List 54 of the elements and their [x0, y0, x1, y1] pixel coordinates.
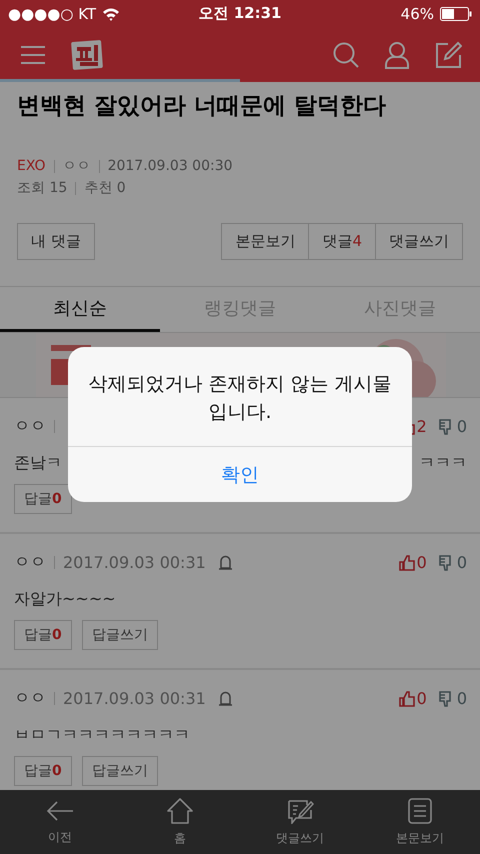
wifi-icon	[102, 6, 120, 20]
author-name: ㅇㅇ	[62, 157, 91, 175]
search-icon[interactable]	[332, 40, 360, 68]
comment-author: ㅇㅇ	[14, 552, 46, 573]
recommend-count: 추천 0	[84, 179, 126, 197]
write-reply-button[interactable]: 답글쓰기	[82, 620, 158, 650]
person-icon[interactable]	[384, 40, 410, 68]
category-label: EXO	[17, 158, 46, 174]
post-action-button[interactable]: 댓글쓰기	[376, 223, 463, 260]
comment-date: 2017.09.03 00:31	[63, 553, 206, 572]
nav-button[interactable]: 홈	[120, 790, 240, 854]
dislike-count: 0	[456, 689, 467, 708]
post-date: 2017.09.03 00:30	[108, 158, 233, 174]
my-comments-button[interactable]: 내 댓글	[17, 223, 95, 260]
confirm-button[interactable]: 확인	[68, 446, 412, 502]
nav-button[interactable]: 이전	[0, 790, 120, 854]
edit-icon[interactable]	[434, 40, 462, 68]
view-count: 조회 15	[17, 179, 68, 197]
write-reply-button[interactable]: 답글쓰기	[82, 756, 158, 786]
dislike-count: 0	[456, 417, 467, 436]
like-count: 0	[416, 689, 427, 708]
reply-count-button[interactable]: 답글0	[14, 484, 72, 514]
menu-icon[interactable]	[20, 44, 46, 64]
logo-icon[interactable]	[70, 38, 104, 72]
battery-percent: 46%	[400, 4, 434, 22]
alert-message: 삭제되었거나 존재하지 않는 게시물 입니다.	[87, 372, 393, 425]
post-action-button[interactable]: 본문보기	[221, 223, 310, 260]
post-action-button[interactable]: 댓글4	[309, 223, 376, 260]
bell-icon[interactable]	[218, 554, 233, 570]
thumbs-up-icon[interactable]	[398, 554, 415, 570]
nav-button[interactable]: 본문보기	[360, 790, 480, 854]
comment-text: ㅋㅋㅋ	[419, 453, 467, 474]
back-arrow-icon	[46, 798, 74, 822]
reply-count-button[interactable]: 답글0	[14, 620, 72, 650]
bell-icon[interactable]	[218, 690, 233, 706]
dislike-count: 0	[456, 553, 467, 572]
like-count: 0	[416, 553, 427, 572]
carrier-label: ●●●●○ KT	[8, 4, 96, 22]
like-count: 2	[416, 417, 427, 436]
home-icon	[167, 798, 193, 824]
nav-button[interactable]: 댓글쓰기	[240, 790, 360, 854]
comment-author: ㅇㅇ	[14, 416, 46, 437]
comment-text: 존낰ㅋ	[14, 453, 62, 474]
comment-text: 자알가~~~~	[14, 589, 116, 610]
post-title: 변백현 잘있어라 너때문에 탈덕한다	[16, 92, 388, 121]
clock: 오전 12:31	[198, 4, 282, 23]
document-icon	[408, 798, 432, 824]
comment-date: 2017.09.03 00:31	[63, 689, 206, 708]
battery-icon	[440, 6, 472, 20]
thumbs-up-icon[interactable]	[398, 690, 415, 706]
reply-count-button[interactable]: 답글0	[14, 756, 72, 786]
comment-text: ㅂㅁㄱㅋㅋㅋㅋㅋㅋㅋㅋ	[14, 725, 190, 746]
comment-author: ㅇㅇ	[14, 688, 46, 709]
speech-pencil-icon	[286, 798, 314, 824]
